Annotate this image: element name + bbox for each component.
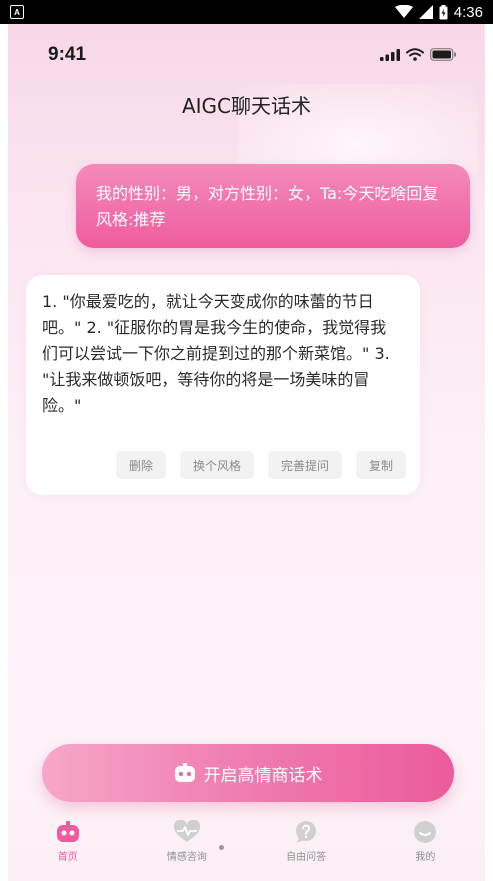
start-eq-talk-button[interactable]: 开启高情商话术 bbox=[42, 744, 454, 802]
user-message-bubble: 我的性别：男，对方性别：女，Ta:今天吃啥回复风格:推荐 bbox=[76, 164, 470, 248]
ios-time: 9:41 bbox=[48, 44, 87, 65]
cellular-icon bbox=[380, 48, 400, 61]
nav-item-qa[interactable]: 自由问答 bbox=[247, 810, 366, 881]
change-style-button[interactable]: 换个风格 bbox=[179, 451, 254, 479]
nav-item-consult[interactable]: 情感咨询 bbox=[127, 810, 246, 881]
profile-icon bbox=[414, 821, 437, 843]
nav-indicator-dot bbox=[219, 845, 224, 850]
android-time: 4:36 bbox=[453, 3, 483, 21]
android-status-icons: 4:36 bbox=[394, 3, 483, 21]
nav-label-consult: 情感咨询 bbox=[166, 852, 207, 863]
user-message-text: 我的性别：男，对方性别：女，Ta:今天吃啥回复风格:推荐 bbox=[96, 184, 439, 229]
bot-reply-text: 1. "你最爱吃的，就让今天变成你的味蕾的节日吧。" 2. "征服你的胃是我今生… bbox=[42, 292, 390, 415]
nav-label-mine: 我的 bbox=[415, 852, 436, 863]
notification-icon: A bbox=[10, 5, 24, 19]
heart-pulse-icon bbox=[173, 820, 200, 842]
screen: A 4:36 9:41 AIGC聊天话术 我的性别：男，对方性别：女，Ta:今天… bbox=[0, 0, 493, 881]
improve-question-button[interactable]: 完善提问 bbox=[267, 451, 342, 479]
nav-label-home: 首页 bbox=[57, 852, 78, 863]
ios-status-icons bbox=[380, 48, 457, 61]
android-status-bar: A 4:36 bbox=[0, 0, 493, 24]
copy-button[interactable]: 复制 bbox=[355, 451, 406, 479]
wifi-icon bbox=[394, 5, 413, 18]
robot-icon bbox=[56, 821, 79, 842]
battery-icon bbox=[439, 4, 448, 19]
nav-item-home[interactable]: 首页 bbox=[8, 810, 127, 881]
wifi-icon bbox=[406, 48, 424, 61]
nav-label-qa: 自由问答 bbox=[286, 852, 327, 863]
signal-icon bbox=[418, 5, 433, 19]
page-title: AIGC聊天话术 bbox=[181, 94, 312, 118]
battery-icon bbox=[430, 48, 456, 61]
bot-reply-card: 1. "你最爱吃的，就让今天变成你的味蕾的节日吧。" 2. "征服你的胃是我今生… bbox=[26, 275, 420, 495]
robot-icon bbox=[174, 763, 195, 782]
delete-button[interactable]: 删除 bbox=[115, 451, 166, 479]
start-eq-talk-label: 开启高情商话术 bbox=[203, 765, 323, 786]
bottom-nav: 首页 情感咨询 自由问答 我的 bbox=[8, 810, 485, 881]
app-screen: 9:41 AIGC聊天话术 我的性别：男，对方性别：女，Ta:今天吃啥回复风格:… bbox=[8, 24, 485, 881]
reply-actions: 删除 换个风格 完善提问 复制 bbox=[26, 451, 420, 479]
question-bubble-icon bbox=[296, 821, 317, 843]
nav-item-mine[interactable]: 我的 bbox=[366, 810, 485, 881]
